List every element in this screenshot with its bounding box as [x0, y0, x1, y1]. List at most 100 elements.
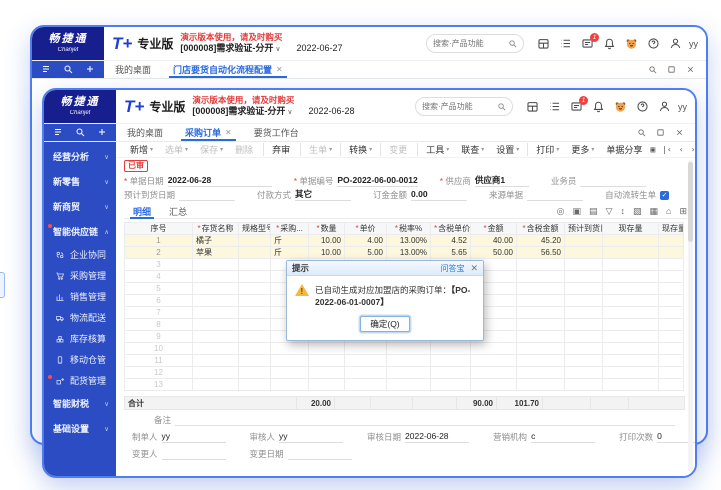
cell-stock-note[interactable] — [659, 319, 684, 331]
workspace-tab[interactable]: 门店要货自动化流程配置✕ — [162, 61, 294, 78]
field-value[interactable] — [179, 200, 235, 201]
cell-item-name[interactable] — [193, 307, 239, 319]
sort-icon[interactable]: ↕ — [620, 207, 625, 216]
cell-qty[interactable] — [309, 379, 345, 391]
tasks-icon[interactable] — [559, 37, 572, 50]
table-row[interactable]: 10 — [125, 343, 684, 355]
cell-stock[interactable] — [603, 343, 659, 355]
cell-stock-note[interactable] — [659, 295, 684, 307]
cell-eta[interactable] — [565, 247, 603, 259]
toolbar-button[interactable]: 新增▾ — [124, 143, 159, 156]
workspace-tab[interactable]: 我的桌面✕ — [116, 124, 174, 141]
column-header[interactable]: 序号 — [125, 223, 193, 235]
cell-seq[interactable]: 2 — [125, 247, 193, 259]
insert-row-icon[interactable]: ▤ — [589, 207, 598, 216]
assistant-mascot-icon[interactable] — [614, 100, 627, 113]
toolbar-button[interactable]: 设置▾ — [490, 143, 528, 156]
collapse-menu-icon[interactable] — [41, 61, 51, 79]
home-icon[interactable]: ⌂ — [666, 207, 671, 216]
field-value[interactable]: PO-2022-06-00-0012 — [337, 175, 417, 187]
cell-seq[interactable]: 1 — [125, 235, 193, 247]
next-doc-icon[interactable]: › — [691, 145, 695, 154]
field-value[interactable]: 0.00 — [411, 189, 467, 201]
account-switcher[interactable]: [000008]需求验证-分开∨ — [180, 43, 280, 54]
vertical-scrollbar[interactable] — [688, 160, 693, 472]
cell-stock-note[interactable] — [659, 283, 684, 295]
cell-amount[interactable] — [471, 355, 517, 367]
cell-price[interactable]: 5.00 — [345, 247, 387, 259]
cell-stock-note[interactable] — [659, 247, 684, 259]
cell-tax-price[interactable]: 5.65 — [431, 247, 471, 259]
cell-unit[interactable] — [271, 343, 309, 355]
cell-tax-rate[interactable] — [387, 343, 431, 355]
username[interactable]: yy — [678, 102, 687, 112]
cell-stock[interactable] — [603, 319, 659, 331]
table-row[interactable]: 1 橘子 斤 10.00 4.00 13.00% 4.52 40.00 45.2… — [125, 235, 684, 247]
cell-seq[interactable]: 3 — [125, 259, 193, 271]
message-icon[interactable]: 1 — [581, 37, 594, 50]
cell-stock-note[interactable] — [659, 379, 684, 391]
toolbar-button[interactable]: 删除 — [229, 143, 264, 156]
cell-tax-amount[interactable] — [517, 367, 565, 379]
cell-unit[interactable]: 斤 — [271, 235, 309, 247]
table-row[interactable]: 13 — [125, 379, 684, 391]
cell-tax-rate[interactable] — [387, 355, 431, 367]
cell-tax-price[interactable] — [431, 343, 471, 355]
cell-eta[interactable] — [565, 271, 603, 283]
cell-item-name[interactable] — [193, 343, 239, 355]
collapse-menu-icon[interactable] — [53, 124, 63, 142]
cell-tax-amount[interactable] — [517, 283, 565, 295]
apps-icon[interactable] — [526, 100, 539, 113]
scrollbar-thumb[interactable] — [688, 162, 693, 242]
user-icon[interactable] — [669, 37, 682, 50]
help-icon[interactable] — [636, 100, 649, 113]
cell-price[interactable] — [345, 367, 387, 379]
cell-tax-amount[interactable] — [517, 331, 565, 343]
detail-tab[interactable]: 汇总 — [160, 204, 196, 218]
cell-eta[interactable] — [565, 283, 603, 295]
new-tab-icon[interactable] — [85, 61, 95, 79]
column-header[interactable]: 含税金额 — [517, 223, 565, 235]
cell-stock[interactable] — [603, 259, 659, 271]
cell-tax-price[interactable]: 4.52 — [431, 235, 471, 247]
help-icon[interactable] — [647, 37, 660, 50]
cell-eta[interactable] — [565, 343, 603, 355]
left-docked-panel-handle[interactable] — [0, 272, 5, 298]
field-value[interactable]: 2022-06-28 — [405, 431, 469, 443]
cell-stock-note[interactable] — [659, 271, 684, 283]
cell-spec[interactable] — [239, 283, 271, 295]
cell-tax-amount[interactable] — [517, 295, 565, 307]
toolbar-button[interactable]: 保存▾ — [194, 143, 229, 156]
cell-unit[interactable] — [271, 355, 309, 367]
cell-stock-note[interactable] — [659, 367, 684, 379]
cell-spec[interactable] — [239, 295, 271, 307]
cell-seq[interactable]: 10 — [125, 343, 193, 355]
account-switcher[interactable]: [000008]需求验证-分开∨ — [192, 106, 292, 117]
column-header[interactable]: 存货名称 — [193, 223, 239, 235]
cell-spec[interactable] — [239, 343, 271, 355]
column-header[interactable]: 现存量 — [603, 223, 659, 235]
cell-eta[interactable] — [565, 295, 603, 307]
product-search-box[interactable] — [415, 97, 513, 116]
message-icon[interactable]: 1 — [570, 100, 583, 113]
cell-unit[interactable] — [271, 367, 309, 379]
field-value[interactable]: c — [531, 431, 595, 443]
field-value[interactable]: yy — [162, 431, 226, 443]
search-icon[interactable] — [648, 61, 657, 79]
cell-tax-amount[interactable]: 56.50 — [517, 247, 565, 259]
cell-qty[interactable] — [309, 343, 345, 355]
cell-stock[interactable] — [603, 295, 659, 307]
column-header[interactable]: 数量 — [309, 223, 345, 235]
cell-stock[interactable] — [603, 367, 659, 379]
search-icon[interactable] — [63, 61, 73, 79]
qa-helper-link[interactable]: 问答宝 — [440, 263, 464, 274]
cell-item-name[interactable] — [193, 295, 239, 307]
table-row[interactable]: 11 — [125, 355, 684, 367]
cell-spec[interactable] — [239, 271, 271, 283]
cell-qty[interactable]: 10.00 — [309, 247, 345, 259]
cell-amount[interactable]: 40.00 — [471, 235, 517, 247]
field-value[interactable]: 其它 — [295, 189, 351, 201]
search-icon[interactable] — [637, 124, 646, 142]
cell-amount[interactable] — [471, 379, 517, 391]
field-value[interactable] — [288, 459, 352, 460]
